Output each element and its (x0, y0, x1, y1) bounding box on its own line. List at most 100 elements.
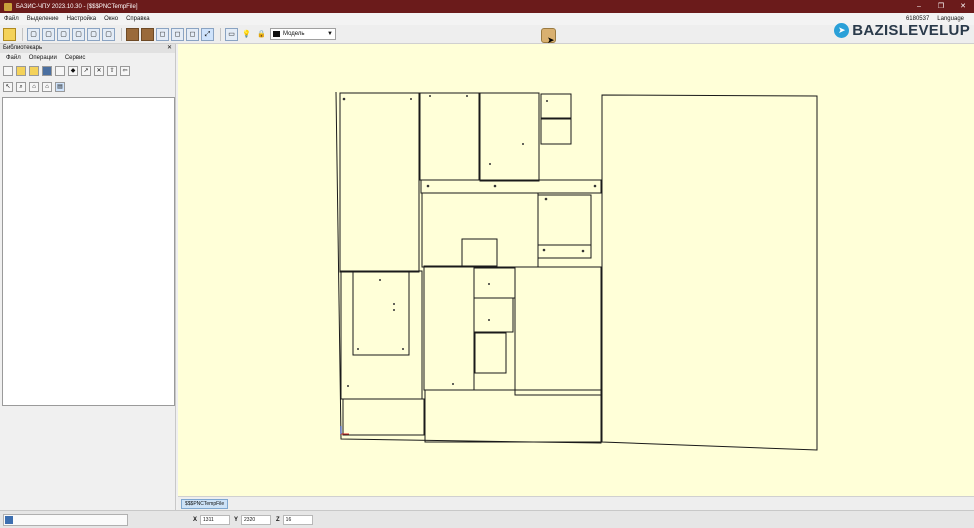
drill-hole (429, 95, 431, 97)
library-toolbar-1: ◆ ↗ ✕ ⇧ ⇦ (0, 63, 175, 79)
view-right-icon[interactable]: ▢ (72, 27, 85, 41)
delete-icon[interactable]: ✕ (94, 66, 104, 76)
menu-window[interactable]: Окно (100, 16, 122, 22)
menu-bar: Файл Выделение Настройка Окно Справка 61… (0, 13, 974, 25)
menu-help[interactable]: Справка (122, 16, 154, 22)
title-bar: БАЗИС-ЧПУ 2023.10.30 - [$$$PNCTempFile] … (0, 0, 974, 13)
layer-color-swatch (273, 31, 280, 37)
select-icon[interactable]: ↖ (3, 82, 13, 92)
coord-y-label: Y (234, 517, 239, 523)
main-toolbar: ▢ ▢ ▢ ▢ ▢ ▢ ◻ ◻ ◻ ⤢ ▭ 💡 🔒 Модель ▼ (0, 25, 974, 44)
separator (220, 27, 221, 41)
panel-bottom-b (424, 389, 602, 443)
drill-hole (593, 184, 597, 188)
close-icon[interactable]: ✕ (167, 44, 172, 53)
drill-hole (493, 184, 497, 188)
solid-render-icon[interactable] (126, 27, 139, 41)
telegram-icon: ➤ (834, 23, 850, 38)
panel-notch (461, 238, 498, 267)
panel-tall-left (339, 92, 420, 273)
drill-hole (342, 97, 346, 101)
minimize-icon[interactable]: – (908, 0, 930, 13)
drill-hole (488, 319, 490, 321)
library-menu: Файл Операции Сервис (0, 53, 175, 63)
close-icon[interactable]: ✕ (952, 0, 974, 13)
library-menu-operations[interactable]: Операции (25, 55, 61, 61)
library-title: Библиотекарь (3, 45, 43, 51)
library-view-icon[interactable]: ▤ (55, 82, 65, 92)
library-header: Библиотекарь ✕ (0, 44, 175, 53)
coord-z-field[interactable]: 16 (282, 515, 313, 525)
drill-hole (452, 383, 454, 385)
coord-z-label: Z (276, 517, 280, 523)
drill-hole (393, 309, 395, 311)
folder-icon[interactable] (29, 66, 39, 76)
menu-settings[interactable]: Настройка (63, 16, 101, 22)
bulb-icon[interactable]: 💡 (240, 28, 253, 41)
app-icon (4, 2, 12, 11)
view-bottom-icon[interactable]: ▢ (102, 27, 115, 41)
save-icon[interactable] (42, 66, 52, 76)
view-top-icon[interactable]: ▢ (87, 27, 100, 41)
drill-hole (544, 197, 548, 201)
filter-icon[interactable]: ⌂ (29, 82, 39, 92)
document-tabs: $$$PNCTempFile (178, 496, 974, 510)
chevron-down-icon: ▼ (327, 31, 333, 37)
separator (121, 27, 122, 41)
coord-y-field[interactable]: 2320 (241, 515, 272, 525)
layer-icon[interactable]: ▭ (225, 27, 238, 41)
status-bar: X 1311 Y 2320 Z 16 (0, 510, 974, 528)
coord-x-field[interactable]: 1311 (200, 515, 231, 525)
drawing-canvas[interactable] (178, 44, 974, 496)
library-toolbar-2: ↖ ⌕ ⌂ ⌂ ▤ (0, 79, 175, 95)
panel-right-box (537, 194, 592, 246)
view-back-icon[interactable]: ▢ (42, 27, 55, 41)
hidden-lines-icon[interactable]: ◻ (171, 27, 184, 41)
import-icon[interactable]: ◆ (68, 66, 78, 76)
zoom-extents-icon[interactable]: ⤢ (201, 27, 214, 41)
drill-hole (546, 100, 548, 102)
search-icon[interactable]: ⌕ (16, 82, 26, 92)
textured-render-icon[interactable] (141, 27, 154, 41)
drill-hole (466, 95, 468, 97)
lock-icon[interactable]: 🔒 (255, 28, 268, 41)
panel-strip (420, 179, 602, 194)
library-tree[interactable] (2, 97, 175, 406)
drill-hole (357, 348, 359, 350)
panel-bottom-a (342, 398, 425, 436)
iso-view-icon[interactable]: ◻ (186, 27, 199, 41)
drill-hole (489, 163, 491, 165)
library-menu-service[interactable]: Сервис (61, 55, 90, 61)
export-icon[interactable]: ↗ (81, 66, 91, 76)
drill-hole (488, 283, 490, 285)
drill-hole (393, 303, 395, 305)
panel-large-right (601, 94, 818, 451)
panel-column-b2 (473, 297, 514, 333)
tab-active-document[interactable]: $$$PNCTempFile (181, 499, 229, 509)
panel-middle (421, 192, 539, 268)
restore-icon[interactable]: ❐ (930, 0, 952, 13)
coord-x: X 1311 (193, 515, 231, 525)
panel-small-1 (540, 93, 572, 119)
panel-small-2 (540, 118, 572, 145)
view-front-icon[interactable]: ▢ (27, 27, 40, 41)
layer-select[interactable]: Модель ▼ (270, 28, 336, 40)
wireframe-icon[interactable]: ◻ (156, 27, 169, 41)
library-menu-file[interactable]: Файл (2, 55, 25, 61)
new-file-icon[interactable] (3, 66, 13, 76)
print-icon[interactable] (55, 66, 65, 76)
coord-z: Z 16 (276, 515, 313, 525)
progress-bar (3, 514, 128, 526)
progress-fill (5, 516, 13, 524)
group-icon[interactable]: ⌂ (42, 82, 52, 92)
drill-hole (347, 385, 349, 387)
menu-selection[interactable]: Выделение (23, 16, 63, 22)
coord-x-label: X (193, 517, 198, 523)
back-icon[interactable]: ⇦ (120, 66, 130, 76)
open-file-icon[interactable] (3, 27, 16, 41)
view-left-icon[interactable]: ▢ (57, 27, 70, 41)
axis-origin (340, 426, 349, 435)
open-folder-icon[interactable] (16, 66, 26, 76)
up-icon[interactable]: ⇧ (107, 66, 117, 76)
menu-file[interactable]: Файл (0, 16, 23, 22)
